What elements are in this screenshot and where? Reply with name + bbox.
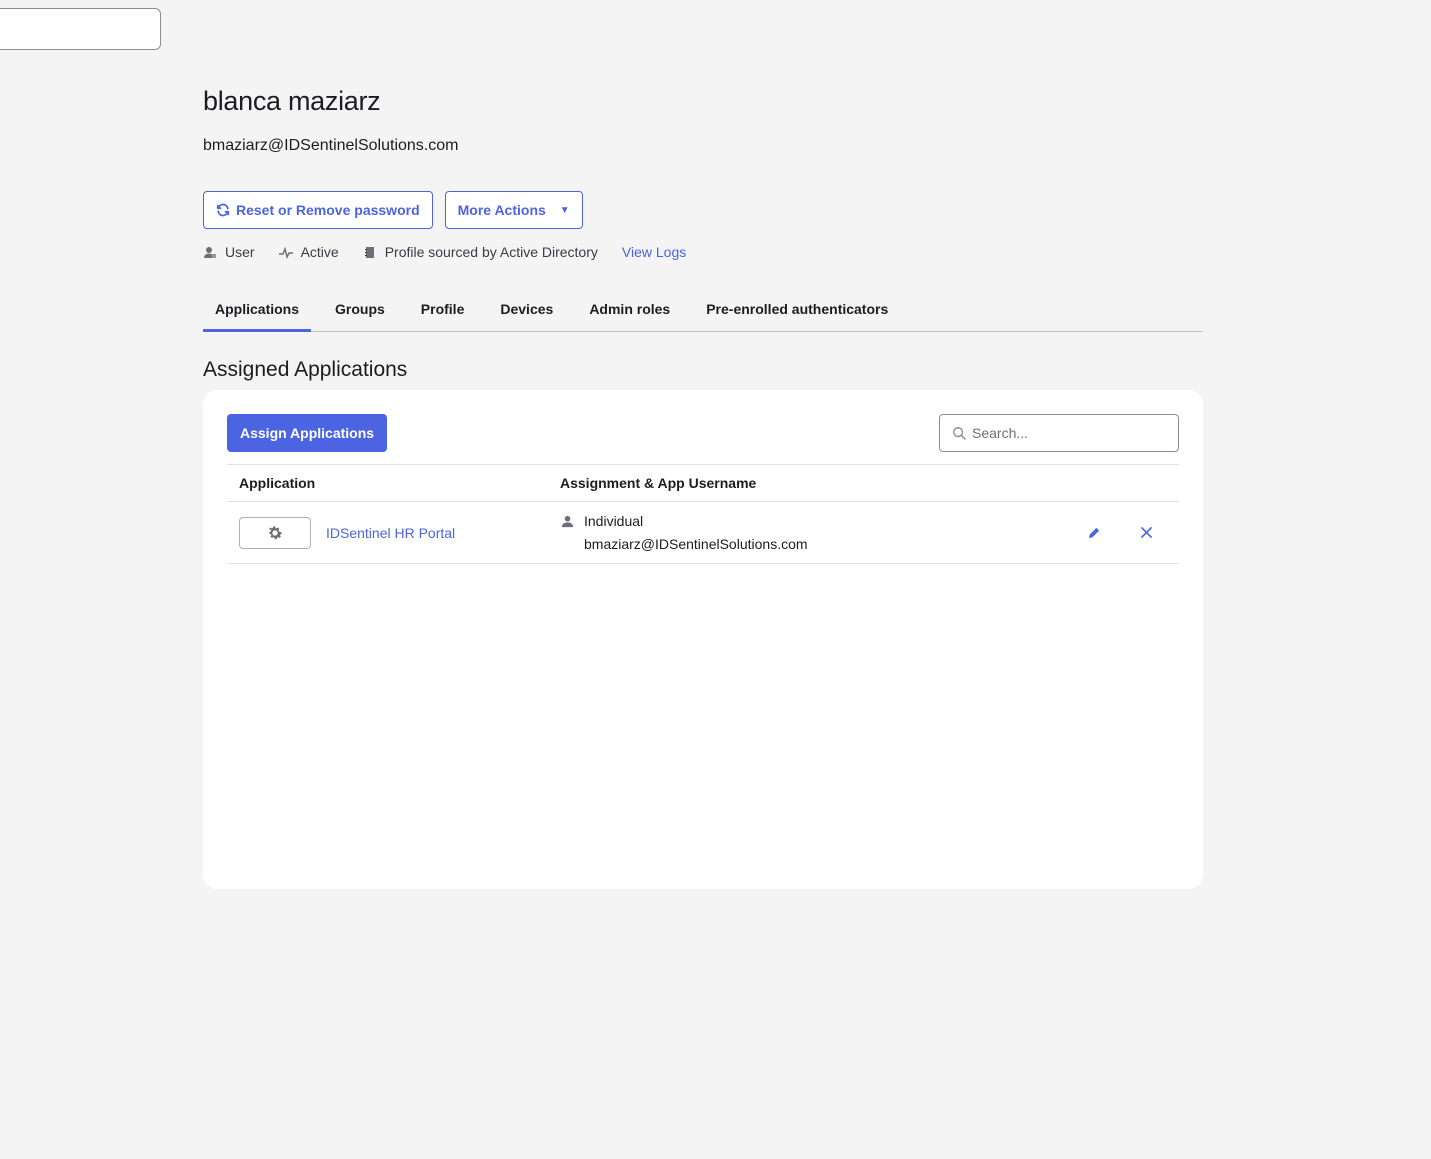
reset-password-label: Reset or Remove password bbox=[236, 202, 420, 218]
remove-assignment-button[interactable] bbox=[1138, 524, 1154, 540]
directory-icon bbox=[364, 247, 374, 258]
applications-table: Application Assignment & App Username ID… bbox=[227, 464, 1179, 564]
profile-source-label: Profile sourced by Active Directory bbox=[384, 244, 598, 260]
tab-admin-roles[interactable]: Admin roles bbox=[577, 292, 682, 332]
search-box[interactable] bbox=[939, 414, 1179, 452]
user-icon bbox=[204, 247, 216, 258]
profile-source: Profile sourced by Active Directory bbox=[363, 244, 598, 260]
header-application: Application bbox=[239, 475, 316, 491]
edit-assignment-button[interactable] bbox=[1086, 524, 1102, 540]
tab-applications[interactable]: Applications bbox=[203, 292, 312, 332]
top-search-field[interactable] bbox=[0, 8, 161, 50]
user-status: Active bbox=[278, 244, 339, 260]
table-header: Application Assignment & App Username bbox=[227, 464, 1179, 502]
app-logo[interactable] bbox=[239, 516, 311, 549]
tab-bar: Applications Groups Profile Devices Admi… bbox=[203, 292, 1203, 332]
assignment-type-label: Individual bbox=[584, 513, 644, 529]
gear-icon bbox=[268, 525, 283, 539]
app-name-link[interactable]: IDSentinel HR Portal bbox=[326, 525, 455, 541]
action-buttons: Reset or Remove password More Actions ▼ bbox=[203, 191, 583, 229]
row-actions bbox=[1086, 524, 1154, 540]
user-type-label: User bbox=[225, 244, 255, 260]
refresh-icon bbox=[216, 203, 230, 217]
tab-groups[interactable]: Groups bbox=[323, 292, 397, 332]
user-name-heading: blanca maziarz bbox=[203, 86, 381, 116]
close-icon bbox=[1140, 526, 1152, 538]
tab-profile[interactable]: Profile bbox=[409, 292, 477, 332]
tab-pre-enrolled-authenticators[interactable]: Pre-enrolled authenticators bbox=[694, 292, 900, 332]
view-logs-link[interactable]: View Logs bbox=[622, 244, 686, 260]
reset-password-button[interactable]: Reset or Remove password bbox=[203, 191, 433, 229]
activity-icon bbox=[278, 246, 293, 259]
user-status-label: Active bbox=[300, 244, 339, 260]
more-actions-label: More Actions bbox=[457, 202, 546, 218]
search-input[interactable] bbox=[972, 425, 1162, 441]
tab-devices[interactable]: Devices bbox=[488, 292, 565, 332]
more-actions-button[interactable]: More Actions ▼ bbox=[444, 191, 583, 229]
user-email: bmaziarz@IDSentinelSolutions.com bbox=[203, 137, 459, 154]
assign-applications-button[interactable]: Assign Applications bbox=[227, 414, 388, 452]
search-icon bbox=[953, 427, 966, 440]
assigned-applications-card: Assign Applications Application Assignme… bbox=[203, 390, 1203, 889]
header-assignment: Assignment & App Username bbox=[560, 475, 757, 491]
pencil-icon bbox=[1088, 527, 1099, 538]
caret-down-icon: ▼ bbox=[559, 204, 570, 216]
user-meta-bar: User Active Profile sourced by Active Di… bbox=[203, 244, 686, 260]
user-type: User bbox=[203, 244, 255, 260]
table-row: IDSentinel HR Portal Individual bmaziarz… bbox=[227, 502, 1179, 564]
application-cell: IDSentinel HR Portal bbox=[227, 516, 560, 549]
person-icon bbox=[560, 515, 574, 528]
assigned-applications-title: Assigned Applications bbox=[203, 358, 408, 381]
